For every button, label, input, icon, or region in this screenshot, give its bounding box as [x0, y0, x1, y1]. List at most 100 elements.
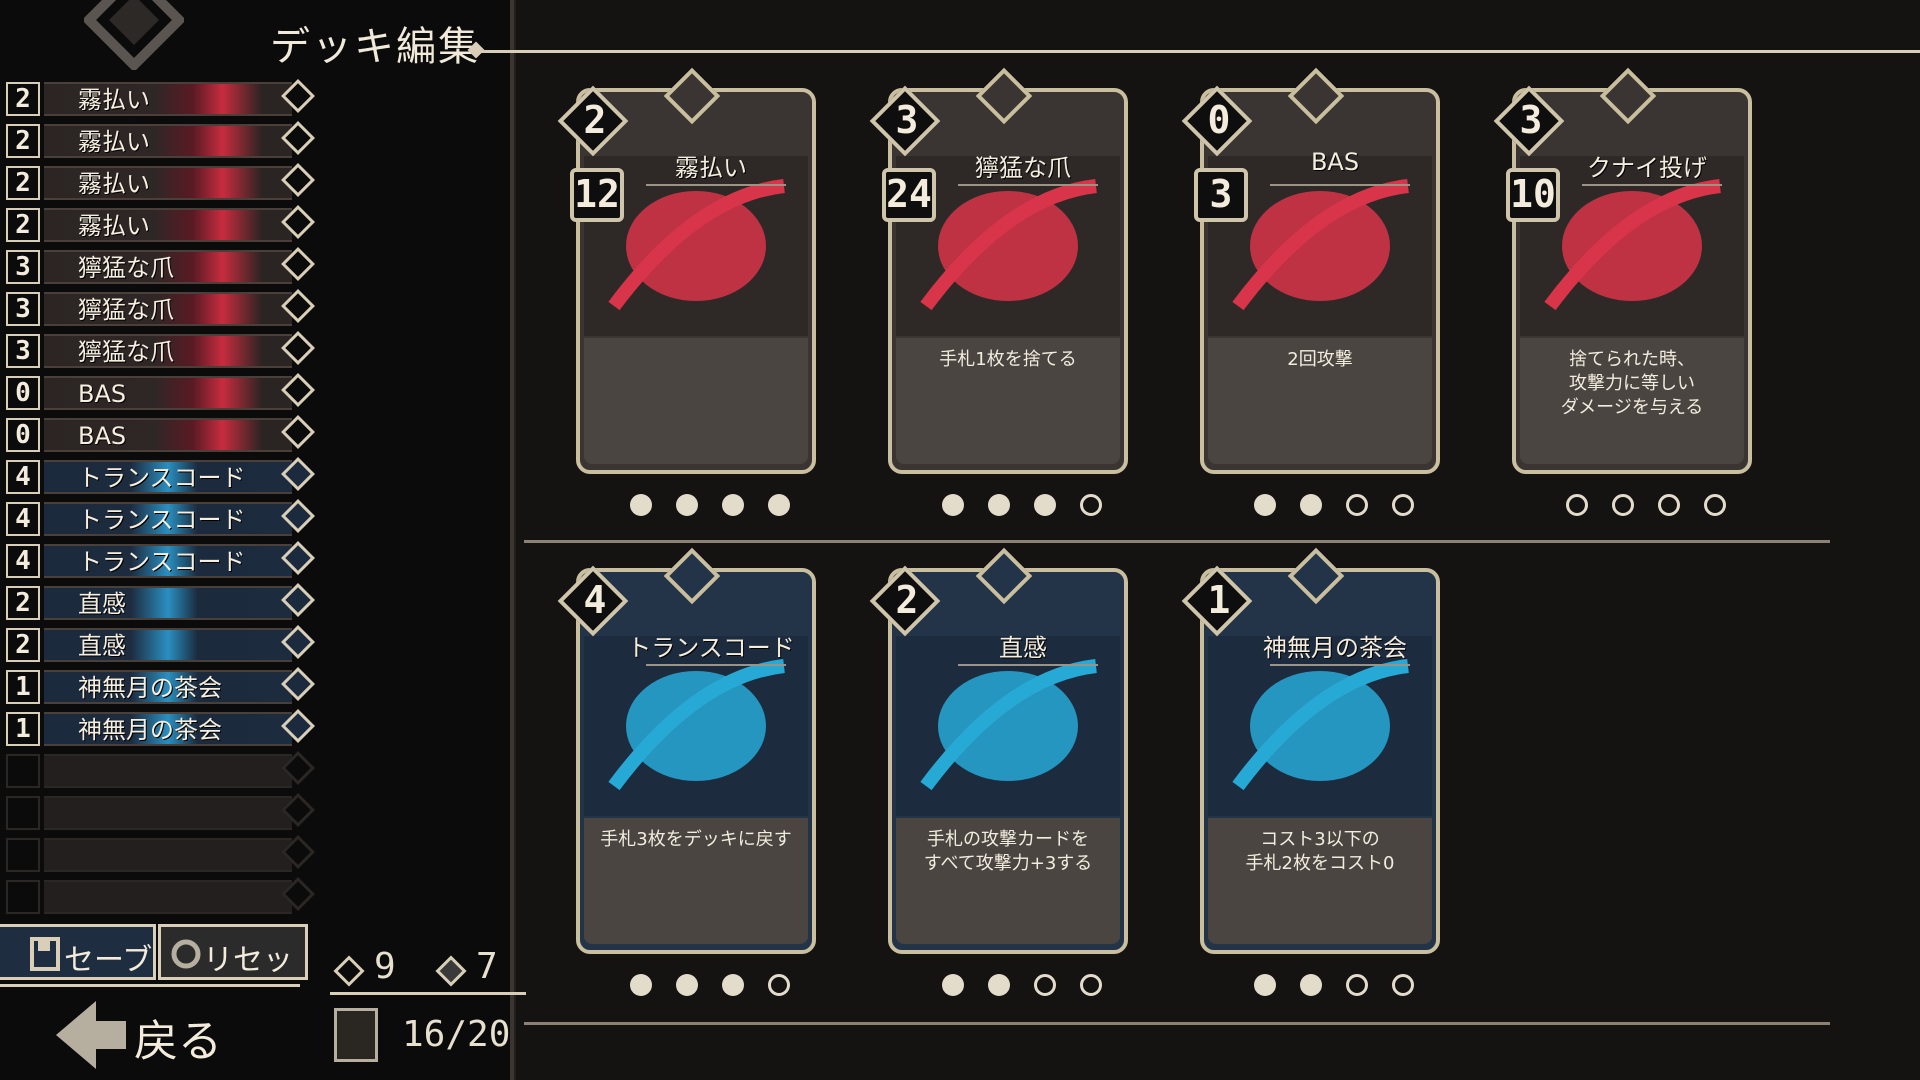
deck-item-cost: 2: [6, 82, 40, 116]
copy-dot-filled: [988, 974, 1010, 996]
deck-list-item[interactable]: 0 BAS: [4, 373, 315, 412]
card-description: 捨てられた時、 攻撃力に等しい ダメージを与える: [1560, 349, 1704, 418]
deck-list-item[interactable]: 2 霧払い: [4, 163, 315, 202]
deck-item-cost: 3: [6, 250, 40, 284]
deck-item-cost: 2: [6, 166, 40, 200]
emblem-icon: [84, 0, 184, 70]
deck-item-bar: 霧払い: [44, 208, 292, 242]
stats-divider: [330, 992, 526, 995]
teacup-art: [1208, 636, 1432, 816]
copy-dot-empty: [1704, 494, 1726, 516]
copy-dot-filled: [1300, 974, 1322, 996]
deck-item-bar: トランスコード: [44, 544, 292, 578]
card[interactable]: 2 12 霧払い: [557, 67, 820, 476]
copy-dot-empty: [1034, 974, 1056, 996]
copy-dot-filled: [630, 974, 652, 996]
skill-card-count: 7: [476, 946, 498, 987]
card-description-box: [584, 338, 808, 464]
copy-dot-empty: [1346, 494, 1368, 516]
attack-card-count: 9: [374, 946, 396, 987]
card-attack: 10: [1510, 172, 1556, 216]
copy-dot-filled: [676, 494, 698, 516]
deck-sidebar: 2 霧払い 2 霧払い 2 霧払い 2 霧払い 3 獰猛な爪 3 獰猛な爪 3 獰猛な爪 0 BAS 0 BAS 4…: [0, 0, 510, 1080]
card[interactable]: コスト3以下の 手札2枚をコスト0 1 神無月の茶会: [1181, 547, 1444, 956]
deck-list-item[interactable]: 4 トランスコード: [4, 457, 315, 496]
copy-dot-empty: [1392, 494, 1414, 516]
copy-dot-filled: [1034, 494, 1056, 516]
card-name-underline: [1270, 664, 1410, 666]
deck-list-item[interactable]: 4 トランスコード: [4, 499, 315, 538]
deck-item-cost: 2: [6, 208, 40, 242]
empty-slot-bar: [44, 880, 292, 914]
copy-dot-filled: [1254, 974, 1276, 996]
deck-item-bar: 神無月の茶会: [44, 670, 292, 704]
figure-art: [896, 636, 1120, 816]
deck-list-item[interactable]: 2 直感: [4, 583, 315, 622]
copy-dot-filled: [768, 494, 790, 516]
copy-dot-filled: [1254, 494, 1276, 516]
card-name: トランスコード: [627, 634, 795, 662]
card-attack: 3: [1209, 172, 1233, 216]
deck-list-item[interactable]: 3 獰猛な爪: [4, 247, 315, 286]
deck-item-bar: BAS: [44, 418, 292, 452]
card[interactable]: 手札1枚を捨てる 3 24 獰猛な爪: [869, 67, 1132, 476]
card-description: 手札1枚を捨てる: [939, 349, 1077, 370]
deck-item-cost: 0: [6, 376, 40, 410]
deck-list-item[interactable]: 2 霧払い: [4, 205, 315, 244]
deck-item-name: トランスコード: [78, 464, 246, 492]
copy-dot-empty: [1658, 494, 1680, 516]
card-attack: 12: [574, 172, 620, 216]
card-cost: 3: [1519, 98, 1543, 142]
copy-dot-filled: [942, 974, 964, 996]
deck-item-bar: BAS: [44, 376, 292, 410]
card-name: 神無月の茶会: [1263, 634, 1407, 662]
card-name-underline: [646, 184, 786, 186]
card-description: 2回攻撃: [1287, 349, 1353, 370]
deck-item-cost: 4: [6, 460, 40, 494]
deck-empty-slot: [4, 751, 315, 790]
card-name: クナイ投げ: [1587, 154, 1707, 182]
page-title: デッキ編集: [270, 24, 480, 70]
deck-list-item[interactable]: 3 獰猛な爪: [4, 289, 315, 328]
copy-dot-filled: [630, 494, 652, 516]
deck-list-item[interactable]: 4 トランスコード: [4, 541, 315, 580]
copy-dot-filled: [1300, 494, 1322, 516]
deck-item-bar: トランスコード: [44, 502, 292, 536]
deck-item-bar: 霧払い: [44, 166, 292, 200]
back-button[interactable]: 戻る: [0, 984, 300, 1080]
hourglass-art: [584, 636, 808, 816]
deck-item-cost: 2: [6, 124, 40, 158]
deck-item-cost: 1: [6, 670, 40, 704]
deck-list-item[interactable]: 2 霧払い: [4, 79, 315, 118]
card-description: 手札3枚をデッキに戻す: [600, 829, 792, 850]
card-name-underline: [958, 184, 1098, 186]
card-cost: 0: [1207, 98, 1231, 142]
deck-item-name: BAS: [78, 422, 127, 450]
copy-dot-empty: [1392, 974, 1414, 996]
deck-list-item[interactable]: 1 神無月の茶会: [4, 667, 315, 706]
card[interactable]: 2回攻撃 0 3 BAS: [1181, 67, 1444, 476]
card-name: 霧払い: [675, 154, 747, 182]
deck-list-item[interactable]: 2 霧払い: [4, 121, 315, 160]
card-cost: 2: [583, 98, 607, 142]
empty-slot-bar: [44, 796, 292, 830]
card-name: 直感: [999, 634, 1047, 662]
save-button[interactable]: セーブ: [0, 924, 156, 980]
deck-list-item[interactable]: 3 獰猛な爪: [4, 331, 315, 370]
card-description: 手札の攻撃カードを すべて攻撃力+3する: [923, 829, 1093, 874]
card[interactable]: 捨てられた時、 攻撃力に等しい ダメージを与える 3 10 クナイ投げ: [1493, 67, 1756, 476]
row-divider-bottom: [524, 1022, 1830, 1025]
card[interactable]: 手札の攻撃カードを すべて攻撃力+3する 2 直感: [869, 547, 1132, 956]
deck-item-bar: 直感: [44, 586, 292, 620]
card[interactable]: 手札3枚をデッキに戻す 4 トランスコード: [557, 547, 820, 956]
card-cost: 3: [895, 98, 919, 142]
reset-button[interactable]: リセット: [158, 924, 308, 1022]
copy-dot-filled: [988, 494, 1010, 516]
card-description: コスト3以下の 手札2枚をコスト0: [1245, 829, 1395, 874]
deck-list-item[interactable]: 0 BAS: [4, 415, 315, 454]
deck-list-item[interactable]: 1 神無月の茶会: [4, 709, 315, 748]
deck-list-item[interactable]: 2 直感: [4, 625, 315, 664]
deck-empty-slot: [4, 835, 315, 874]
back-label: 戻る: [134, 1016, 222, 1067]
empty-slot-bar: [44, 754, 292, 788]
